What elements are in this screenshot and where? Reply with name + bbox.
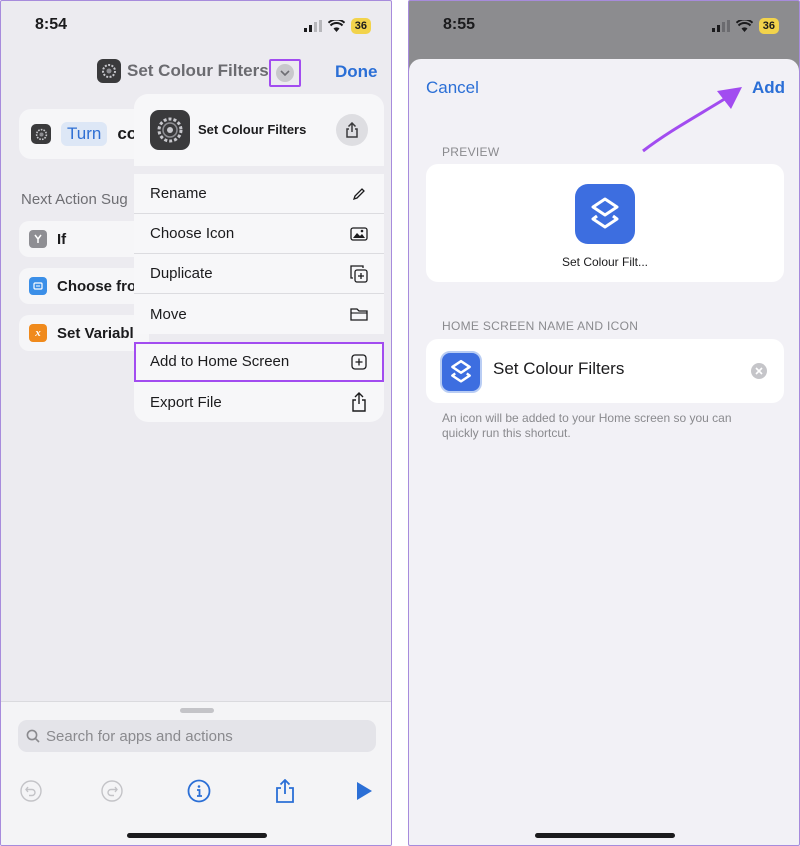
clear-text-button[interactable] <box>751 363 767 379</box>
pencil-icon <box>350 185 368 203</box>
wifi-icon <box>327 20 345 32</box>
search-input[interactable] <box>46 727 346 745</box>
folder-icon <box>350 305 368 323</box>
variable-icon: x <box>29 324 47 342</box>
suggestion-choose-from-menu[interactable]: Choose fro <box>19 268 149 304</box>
editor-nav-bar: Set Colour Filters Done <box>1 51 391 91</box>
redo-icon <box>101 780 123 802</box>
status-bar: 8:55 36 <box>409 1 799 51</box>
share-button[interactable] <box>336 114 368 146</box>
shortcut-context-menu: Set Colour Filters Rename Choose Icon Du… <box>134 94 384 422</box>
share-shortcut-button[interactable] <box>272 778 298 804</box>
pointer-arrow-icon <box>642 87 742 153</box>
menu-item-label: Add to Home Screen <box>150 353 290 370</box>
redo-button[interactable] <box>99 778 125 804</box>
menu-item-add-to-home-screen[interactable]: Add to Home Screen <box>134 342 384 382</box>
menu-item-move[interactable]: Move <box>134 294 384 334</box>
preview-heading: PREVIEW <box>442 145 500 159</box>
menu-item-rename[interactable]: Rename <box>134 174 384 214</box>
menu-group-edit: Rename Choose Icon Duplicate Move <box>134 174 384 334</box>
menu-item-label: Move <box>150 305 187 323</box>
menu-list-icon <box>29 277 47 295</box>
add-button[interactable]: Add <box>752 78 785 98</box>
signal-icon <box>711 20 730 32</box>
right-screen: 8:55 36 Cancel Add PREVIEW Set Colour Fi… <box>408 0 800 846</box>
search-icon <box>26 729 40 743</box>
run-button[interactable] <box>351 778 377 804</box>
signal-icon <box>303 20 322 32</box>
menu-title: Set Colour Filters <box>198 122 307 137</box>
share-icon <box>350 392 368 412</box>
shortcut-title[interactable]: Set Colour Filters <box>97 59 269 83</box>
turn-parameter[interactable]: Turn <box>61 122 108 146</box>
title-dropdown-button[interactable] <box>269 59 301 87</box>
info-icon <box>187 779 211 803</box>
undo-button[interactable] <box>18 778 44 804</box>
home-screen-name-heading: HOME SCREEN NAME AND ICON <box>442 319 639 333</box>
footnote-text: An icon will be added to your Home scree… <box>442 411 732 440</box>
action-search-field[interactable] <box>18 720 376 752</box>
wifi-icon <box>735 20 753 32</box>
undo-icon <box>20 780 42 802</box>
menu-item-export-file[interactable]: Export File <box>134 382 384 422</box>
settings-gear-icon <box>31 124 51 144</box>
battery-indicator: 36 <box>350 18 371 34</box>
suggestion-if[interactable]: If <box>19 221 149 257</box>
status-icons: 36 <box>303 18 371 34</box>
left-screen: 8:54 36 Set Colour Filters Done Turn co … <box>0 0 392 846</box>
home-indicator <box>127 833 267 838</box>
share-icon <box>276 779 294 803</box>
suggestion-label: Set Variabl <box>57 324 134 342</box>
menu-item-label: Choose Icon <box>150 225 235 242</box>
settings-gear-icon <box>97 59 121 83</box>
preview-card: Set Colour Filt... <box>426 164 784 282</box>
settings-gear-icon <box>150 110 190 150</box>
menu-item-duplicate[interactable]: Duplicate <box>134 254 384 294</box>
suggestion-label: Choose fro <box>57 277 137 295</box>
actions-bottom-sheet <box>1 701 391 845</box>
home-indicator <box>535 833 675 838</box>
menu-item-label: Export File <box>150 393 222 411</box>
menu-group-share: Add to Home Screen Export File <box>134 342 384 422</box>
editor-toolbar <box>1 778 391 808</box>
sheet-grabber[interactable] <box>180 708 214 713</box>
battery-indicator: 36 <box>758 18 779 34</box>
suggestion-set-variable[interactable]: x Set Variabl <box>19 315 149 351</box>
name-and-icon-card <box>426 339 784 403</box>
cancel-button[interactable]: Cancel <box>426 78 479 98</box>
status-bar: 8:54 36 <box>1 1 391 51</box>
shortcut-title-label: Set Colour Filters <box>127 61 269 80</box>
status-icons: 36 <box>711 18 779 34</box>
duplicate-icon <box>350 265 368 283</box>
status-time: 8:55 <box>443 16 476 33</box>
share-icon <box>346 122 358 138</box>
menu-item-label: Rename <box>150 185 207 202</box>
image-icon <box>350 225 368 243</box>
add-square-icon <box>350 353 368 371</box>
info-button[interactable] <box>186 778 212 804</box>
suggestion-label: If <box>57 230 67 248</box>
shortcuts-app-icon <box>575 184 635 244</box>
menu-item-label: Duplicate <box>150 265 213 282</box>
done-button[interactable]: Done <box>335 62 378 82</box>
chevron-down-icon <box>276 64 294 82</box>
branch-icon <box>29 230 47 248</box>
suggestions-heading: Next Action Sug <box>21 191 128 208</box>
menu-header: Set Colour Filters <box>134 94 384 166</box>
shortcut-icon-picker[interactable] <box>440 351 482 393</box>
add-to-home-sheet: Cancel Add PREVIEW Set Colour Filt... HO… <box>409 59 799 845</box>
preview-name: Set Colour Filt... <box>561 255 649 269</box>
menu-item-choose-icon[interactable]: Choose Icon <box>134 214 384 254</box>
home-screen-name-input[interactable] <box>493 359 733 379</box>
shortcuts-app-icon <box>451 359 471 383</box>
status-time: 8:54 <box>35 16 68 33</box>
play-icon <box>357 782 372 800</box>
close-icon <box>755 367 763 375</box>
